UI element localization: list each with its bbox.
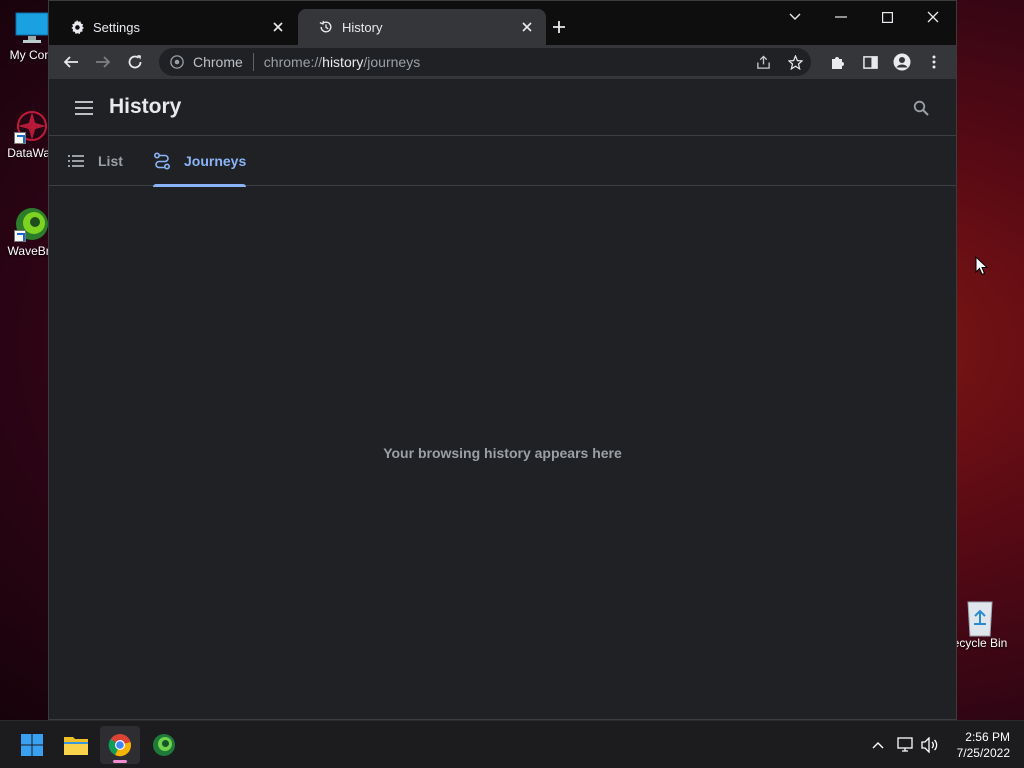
- browser-window: Settings History Chrome chrome://history…: [48, 0, 957, 720]
- share-icon: [756, 54, 770, 69]
- tab-list[interactable]: List: [67, 136, 123, 186]
- start-icon: [21, 734, 43, 756]
- new-tab-button[interactable]: [547, 15, 571, 39]
- recycle-bin-icon: [962, 598, 998, 637]
- history-header: History: [49, 79, 956, 136]
- history-tabs: List Journeys: [49, 136, 956, 187]
- network-button[interactable]: [894, 721, 918, 768]
- chevron-down-icon: [789, 13, 801, 20]
- arrow-right-icon: [96, 56, 111, 68]
- journeys-icon: [153, 152, 171, 170]
- clock-date: 7/25/2022: [956, 746, 1010, 760]
- history-icon: [318, 19, 334, 35]
- chrome-icon: [108, 734, 131, 757]
- close-icon: [927, 11, 939, 23]
- forward-button[interactable]: [91, 50, 115, 74]
- clock-time: 2:56 PM: [965, 730, 1010, 744]
- url-text: chrome://history/journeys: [264, 54, 420, 70]
- close-window-button[interactable]: [910, 1, 956, 33]
- taskbar-edge[interactable]: [144, 726, 184, 764]
- close-icon[interactable]: [518, 18, 536, 36]
- more-vert-icon: [932, 55, 936, 69]
- reload-icon: [128, 55, 142, 69]
- search-icon: [913, 100, 929, 116]
- tab-strip: Settings History: [49, 1, 956, 45]
- extensions-button[interactable]: [826, 50, 850, 74]
- bookmark-button[interactable]: [783, 50, 807, 74]
- arrow-left-icon: [63, 56, 78, 68]
- edge-icon: [153, 734, 175, 756]
- profile-button[interactable]: [890, 50, 914, 74]
- chrome-icon: [169, 54, 185, 70]
- start-button[interactable]: [12, 726, 52, 764]
- computer-icon: [14, 10, 50, 46]
- history-page: History List Journeys Your browsing hist…: [49, 79, 956, 719]
- page-title: History: [109, 95, 182, 118]
- shortcut-arrow-icon: [14, 230, 26, 242]
- omnibox-chip-label: Chrome: [193, 54, 243, 70]
- search-history-button[interactable]: [910, 97, 932, 119]
- plus-icon: [553, 21, 565, 33]
- hamburger-icon: [75, 101, 93, 115]
- file-explorer-icon: [64, 737, 88, 755]
- tab-search-button[interactable]: [772, 1, 818, 33]
- taskbar-chrome[interactable]: [100, 726, 140, 764]
- show-hidden-icons-button[interactable]: [866, 721, 890, 768]
- url-host: history: [322, 54, 364, 70]
- star-icon: [787, 54, 803, 70]
- tab-title: History: [342, 19, 383, 35]
- maximize-button[interactable]: [864, 1, 910, 33]
- empty-state-message: Your browsing history appears here: [383, 445, 622, 461]
- tab-history[interactable]: History: [298, 9, 546, 45]
- puzzle-icon: [832, 57, 844, 69]
- minimize-button[interactable]: [818, 1, 864, 33]
- gear-icon: [69, 19, 85, 35]
- omnibox-divider: [252, 53, 254, 71]
- close-icon[interactable]: [269, 18, 287, 36]
- volume-icon: [921, 737, 938, 753]
- side-panel-icon: [862, 55, 878, 69]
- list-icon: [67, 152, 85, 170]
- chevron-up-icon: [872, 742, 884, 749]
- tab-label: Journeys: [184, 153, 247, 169]
- datawag-app-icon: [14, 108, 50, 144]
- side-panel-button[interactable]: [858, 50, 882, 74]
- tab-title: Settings: [93, 19, 140, 35]
- shortcut-arrow-icon: [14, 132, 26, 144]
- taskbar-file-explorer[interactable]: [56, 726, 96, 764]
- url-path: /journeys: [363, 54, 421, 70]
- back-button[interactable]: [59, 50, 83, 74]
- reload-button[interactable]: [123, 50, 147, 74]
- avatar-icon: [893, 53, 911, 71]
- chrome-menu-button[interactable]: [922, 50, 946, 74]
- main-menu-button[interactable]: [73, 97, 95, 119]
- taskbar: 2:56 PM 7/25/2022: [0, 720, 1024, 768]
- browser-toolbar: Chrome chrome://history/journeys: [49, 45, 956, 79]
- wavebrowser-icon: [14, 206, 50, 242]
- maximize-icon: [881, 11, 893, 23]
- network-icon: [897, 737, 913, 752]
- minimize-icon: [835, 16, 847, 18]
- system-clock[interactable]: 2:56 PM 7/25/2022: [957, 729, 1010, 761]
- share-button[interactable]: [751, 50, 775, 74]
- volume-button[interactable]: [918, 721, 942, 768]
- tab-label: List: [98, 153, 123, 169]
- url-prefix: chrome://: [263, 54, 323, 70]
- mouse-cursor-icon: [975, 255, 989, 281]
- tab-journeys[interactable]: Journeys: [153, 136, 247, 187]
- address-bar[interactable]: Chrome chrome://history/journeys: [159, 48, 811, 76]
- tab-settings[interactable]: Settings: [49, 9, 297, 45]
